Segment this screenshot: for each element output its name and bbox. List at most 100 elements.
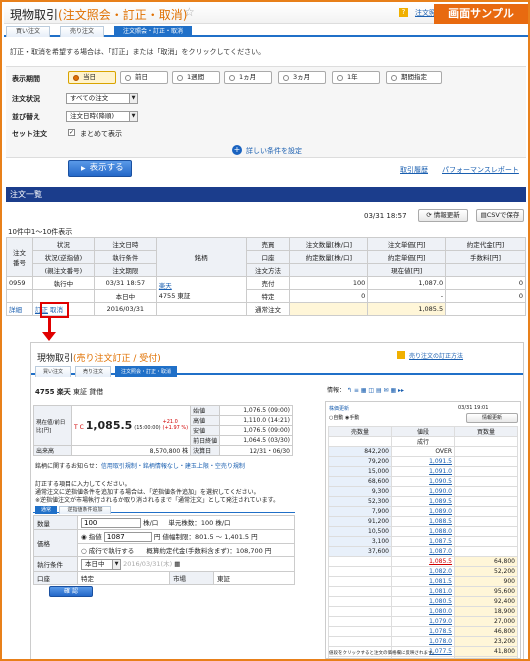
sell-qty: 10,500 <box>328 526 392 537</box>
csv-button[interactable]: ▤CSVで保存 <box>476 209 524 222</box>
board-price[interactable]: 1,085.5 <box>391 556 455 567</box>
buy-qty <box>454 466 518 477</box>
notice-links[interactable]: 信用取引規制・銘柄情報なし・建玉上限・空売り規制 <box>101 463 245 470</box>
market-radio[interactable]: ○ <box>81 547 87 555</box>
tab-stop-condition[interactable]: 逆指値条件追加 <box>59 506 111 514</box>
market-order-label: 成行 <box>391 436 455 447</box>
group-checkbox[interactable]: ✓ <box>68 129 75 136</box>
order-account: 特定 <box>245 289 291 303</box>
board-price[interactable]: 1,080.5 <box>391 596 455 607</box>
plus-circle-icon[interactable]: + <box>232 145 242 155</box>
tab-sell-order[interactable]: 売り注文 <box>75 366 111 377</box>
performance-link[interactable]: パフォーマンスレポート <box>442 165 519 175</box>
high-value: 1,110.0 (14:21) <box>219 415 293 426</box>
period-month-radio[interactable]: 1ヵ月 <box>224 71 272 84</box>
market-order-cell: ○ 成行で執行する 概算約定代金(手数料含まず)：108,700 円 <box>77 543 295 557</box>
board-price[interactable]: 1,088.0 <box>391 526 455 537</box>
header-cell: 手数料[円] <box>445 250 526 264</box>
inner-instructions: 訂正する項目に入力してください。 通常注文に逆指値条件を追加する場合は、「逆指値条… <box>35 481 280 504</box>
period-3month-radio[interactable]: 3ヵ月 <box>278 71 326 84</box>
buy-qty <box>454 536 518 547</box>
status-select[interactable]: すべての注文 ▼ <box>66 93 138 104</box>
exec-cell: 本日中 ▼ 2016/03/31(木) ▦ <box>77 556 295 572</box>
tab-buy-order[interactable]: 買い注文 <box>35 366 71 377</box>
board-row: 3,100 1,087.5 <box>328 536 518 547</box>
header-cell: 執行条件 <box>93 250 157 264</box>
refresh-button[interactable]: ⟳ 情報更新 <box>418 209 468 222</box>
empty-cell <box>454 436 518 447</box>
confirm-button[interactable]: 確 認 <box>49 586 93 597</box>
board-price[interactable]: 1,091.0 <box>391 466 455 477</box>
board-row: 68,600 1,090.5 <box>328 476 518 487</box>
exec-select[interactable]: 本日中 ▼ <box>81 559 121 570</box>
board-price[interactable]: 1,089.5 <box>391 496 455 507</box>
board-price[interactable]: 1,090.0 <box>391 486 455 497</box>
tab-order-inquiry[interactable]: 注文照会・訂正・取消 <box>114 26 192 37</box>
board-price[interactable]: 1,081.5 <box>391 576 455 587</box>
exec-date[interactable]: 2016/03/31(木) <box>123 560 172 568</box>
period-custom-radio[interactable]: 期間指定 <box>386 71 442 84</box>
period-week-radio[interactable]: 1週間 <box>172 71 220 84</box>
period-yesterday-radio[interactable]: 前日 <box>120 71 168 84</box>
board-price[interactable]: 1,078.0 <box>391 636 455 647</box>
board-row: 1,081.0 95,600 <box>328 586 518 597</box>
table-row: 0959 執行中 03/31 18:57 楽天 4755 東証 売付 100 1,… <box>6 276 526 303</box>
price-label: 現在値/前日比[円] <box>33 405 72 446</box>
detail-link[interactable]: 詳細 <box>6 302 33 316</box>
sell-qty <box>328 626 392 637</box>
buy-qty: 900 <box>454 576 518 587</box>
order-table: 注文 番号 状況 注文日時 銘柄 売買 注文数量[株/口] 注文単価[円] 約定代… <box>6 237 526 316</box>
tab-sell-order[interactable]: 売り注文 <box>60 26 104 37</box>
buy-qty <box>454 456 518 467</box>
header-cell: 注文方法 <box>245 263 291 277</box>
period-year-radio[interactable]: 1年 <box>332 71 380 84</box>
board-price[interactable]: 1,089.0 <box>391 506 455 517</box>
tab-buy-order[interactable]: 買い注文 <box>6 26 50 37</box>
board-price[interactable]: 1,078.5 <box>391 626 455 637</box>
buy-qty <box>454 476 518 487</box>
inner-title: 現物取引(売り注文訂正 / 受付) <box>37 354 161 364</box>
period-label: 表示期間 <box>12 75 40 83</box>
board-price[interactable]: 1,087.0 <box>391 546 455 557</box>
table-row: 詳細 訂正 取消 2016/03/31 通常注文 1,085.5 <box>6 302 526 316</box>
empty-cell <box>31 289 95 303</box>
buy-qty: 18,900 <box>454 606 518 617</box>
calendar-icon[interactable]: ▦ <box>174 560 180 568</box>
info-icons[interactable]: ↰ ≡ ▦ ◫ ▤ ✉ ▦ ▸▸ <box>345 387 404 394</box>
qty-label: 数量 <box>33 515 78 530</box>
stock-link[interactable]: 楽天 <box>159 282 172 290</box>
board-row: 1,082.0 52,200 <box>328 566 518 577</box>
tab-order-inquiry[interactable]: 注文照会・訂正・取消 <box>115 366 177 377</box>
board-price[interactable]: 1,079.0 <box>391 616 455 627</box>
history-link[interactable]: 取引履歴 <box>400 165 428 175</box>
board-price[interactable]: 1,090.5 <box>391 476 455 487</box>
header-cell: 現在値[円] <box>367 263 447 277</box>
board-price[interactable]: 1,081.0 <box>391 586 455 597</box>
period-today-radio[interactable]: 当日 <box>68 71 116 84</box>
order-list-header: 注文一覧 <box>6 187 526 202</box>
volume-label: 出来高 <box>33 445 72 456</box>
board-price[interactable]: 1,082.0 <box>391 566 455 577</box>
sort-select[interactable]: 注文日時(降順) ▼ <box>66 111 138 122</box>
detail-conditions-link[interactable]: 詳しい条件を設定 <box>246 146 302 156</box>
help-icon[interactable]: ? <box>399 8 408 17</box>
favorite-star-icon[interactable]: ☆ <box>184 5 195 19</box>
board-price[interactable]: 1,080.0 <box>391 606 455 617</box>
show-button[interactable]: ▶ 表示する <box>68 160 132 177</box>
low-value: 1,076.5 (09:00) <box>219 425 293 436</box>
header-cell: 注文 番号 <box>6 237 33 277</box>
board-price[interactable]: 1,091.5 <box>391 456 455 467</box>
board-row: 91,200 1,088.5 <box>328 516 518 527</box>
buy-qty: 27,000 <box>454 616 518 627</box>
price-input[interactable] <box>103 532 152 542</box>
limit-radio[interactable]: ◉ <box>81 533 87 541</box>
board-price[interactable]: 1,088.5 <box>391 516 455 527</box>
stock-code: 4755 東証 <box>158 291 191 300</box>
board-price[interactable]: 1,087.5 <box>391 536 455 547</box>
board-refresh-button[interactable]: 情報更新 <box>466 413 518 423</box>
board-title: 株価更新 <box>329 406 350 412</box>
inner-help-link[interactable]: 売り注文の訂正方法 <box>409 351 463 360</box>
tab-normal[interactable]: 通常 <box>35 506 57 514</box>
modify-form: 数量 株/口 単元株数：100 株/口 価格 ◉ 指値 円 値幅制限：801.5… <box>33 515 295 585</box>
qty-input[interactable] <box>81 518 141 528</box>
